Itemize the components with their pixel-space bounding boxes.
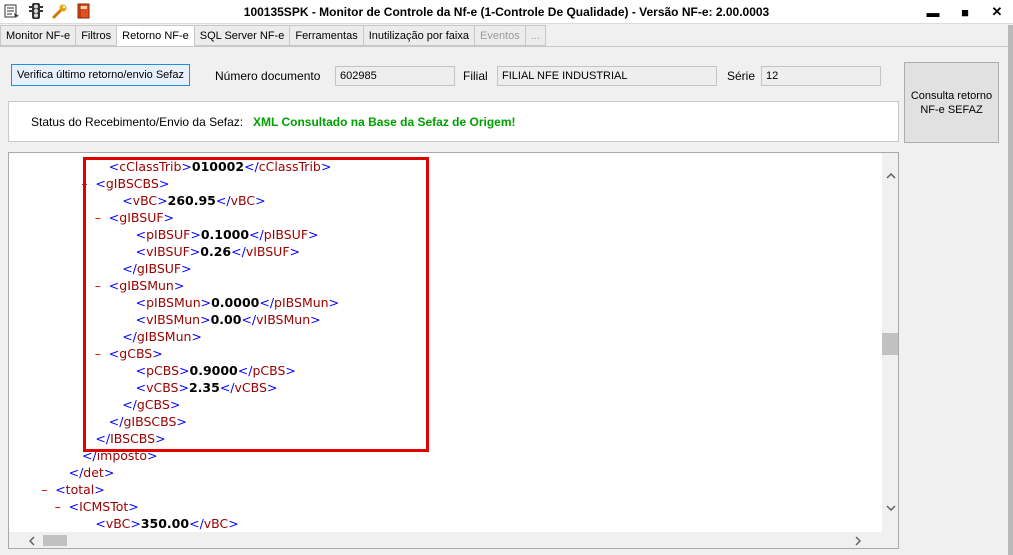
window-title: 100135SPK - Monitor de Controle da Nf-e … — [243, 5, 770, 19]
tab-more: ... — [524, 25, 546, 46]
filial-label: Filial — [463, 69, 488, 83]
serie-label: Série — [727, 69, 756, 83]
tab-eventos: Eventos — [473, 25, 525, 46]
xml-bracket: > — [128, 499, 139, 514]
xml-value: 350.00 — [140, 516, 190, 531]
serie-field[interactable]: 12 — [761, 66, 881, 86]
window-edge — [1008, 25, 1013, 555]
tab-inutilizacao[interactable]: Inutilização por faixa — [362, 25, 474, 46]
collapse-toggle-icon[interactable]: – — [41, 481, 55, 498]
status-label: Status do Recebimento/Envio da Sefaz: — [31, 115, 244, 129]
scroll-right-icon[interactable] — [849, 532, 866, 548]
scroll-left-icon[interactable] — [23, 532, 40, 548]
xml-bracket: < — [55, 482, 66, 497]
numero-documento-label: Número documento — [215, 69, 321, 83]
xml-line: – <total> — [41, 481, 105, 498]
vertical-scroll-thumb[interactable] — [882, 333, 898, 355]
xml-bracket: > — [103, 465, 115, 480]
verifica-retorno-button[interactable]: Verifica último retorno/envio Sefaz — [11, 64, 190, 86]
xml-tag-name: det — [83, 465, 104, 480]
close-button[interactable]: ✕ — [981, 0, 1013, 24]
xml-bracket: > — [94, 482, 105, 497]
horizontal-scroll-thumb[interactable] — [43, 535, 67, 546]
tab-monitor-nfe[interactable]: Monitor NF-e — [0, 25, 76, 46]
xml-tag-name: ICMSTot — [79, 499, 129, 514]
collapse-toggle-icon[interactable]: – — [55, 498, 69, 515]
filial-field[interactable]: FILIAL NFE INDUSTRIAL — [497, 66, 717, 86]
app-window: 100135SPK - Monitor de Controle da Nf-e … — [0, 0, 1013, 555]
window-controls: ▬ ■ ✕ — [917, 0, 1013, 24]
tab-retorno-nfe[interactable]: Retorno NF-e — [116, 25, 194, 47]
xml-bracket: < — [68, 499, 80, 514]
status-panel: Status do Recebimento/Envio da Sefaz: XM… — [8, 101, 899, 142]
xml-bracket: </ — [189, 516, 204, 531]
xml-line: – <ICMSTot> — [55, 498, 139, 515]
tab-pane-border — [0, 46, 1008, 47]
vertical-scrollbar[interactable] — [882, 153, 898, 532]
maximize-button[interactable]: ■ — [949, 0, 981, 24]
tab-sql-server-nfe[interactable]: SQL Server NF-e — [193, 25, 290, 46]
xml-line: <vBC>350.00</vBC> — [95, 515, 238, 532]
xml-bracket: > — [228, 516, 239, 531]
xml-bracket: > — [130, 516, 141, 531]
xml-viewer[interactable]: <cClassTrib>010002</cClassTrib> – <gIBSCBS… — [8, 152, 899, 549]
tab-ferramentas[interactable]: Ferramentas — [289, 25, 363, 46]
title-bar: 100135SPK - Monitor de Controle da Nf-e … — [0, 0, 1013, 24]
minimize-button[interactable]: ▬ — [917, 0, 949, 24]
numero-documento-field[interactable]: 602985 — [335, 66, 455, 86]
tab-filtros[interactable]: Filtros — [75, 25, 117, 46]
xml-tag-name: vBC — [203, 516, 229, 531]
scroll-down-icon[interactable] — [882, 499, 898, 516]
scroll-up-icon[interactable] — [882, 167, 898, 184]
horizontal-scrollbar[interactable] — [9, 532, 882, 548]
scroll-corner — [882, 532, 898, 548]
xml-tag-name: total — [65, 482, 95, 497]
highlight-box — [83, 157, 429, 452]
xml-line: </det> — [69, 464, 115, 481]
xml-tag-name: vBC — [105, 516, 131, 531]
consulta-retorno-button[interactable]: Consulta retorno NF-e SEFAZ — [904, 62, 999, 143]
status-value: XML Consultado na Base da Sefaz de Orige… — [253, 115, 516, 129]
xml-bracket: < — [95, 516, 106, 531]
xml-bracket: </ — [68, 465, 84, 480]
tab-strip: Monitor NF-e Filtros Retorno NF-e SQL Se… — [0, 25, 546, 47]
